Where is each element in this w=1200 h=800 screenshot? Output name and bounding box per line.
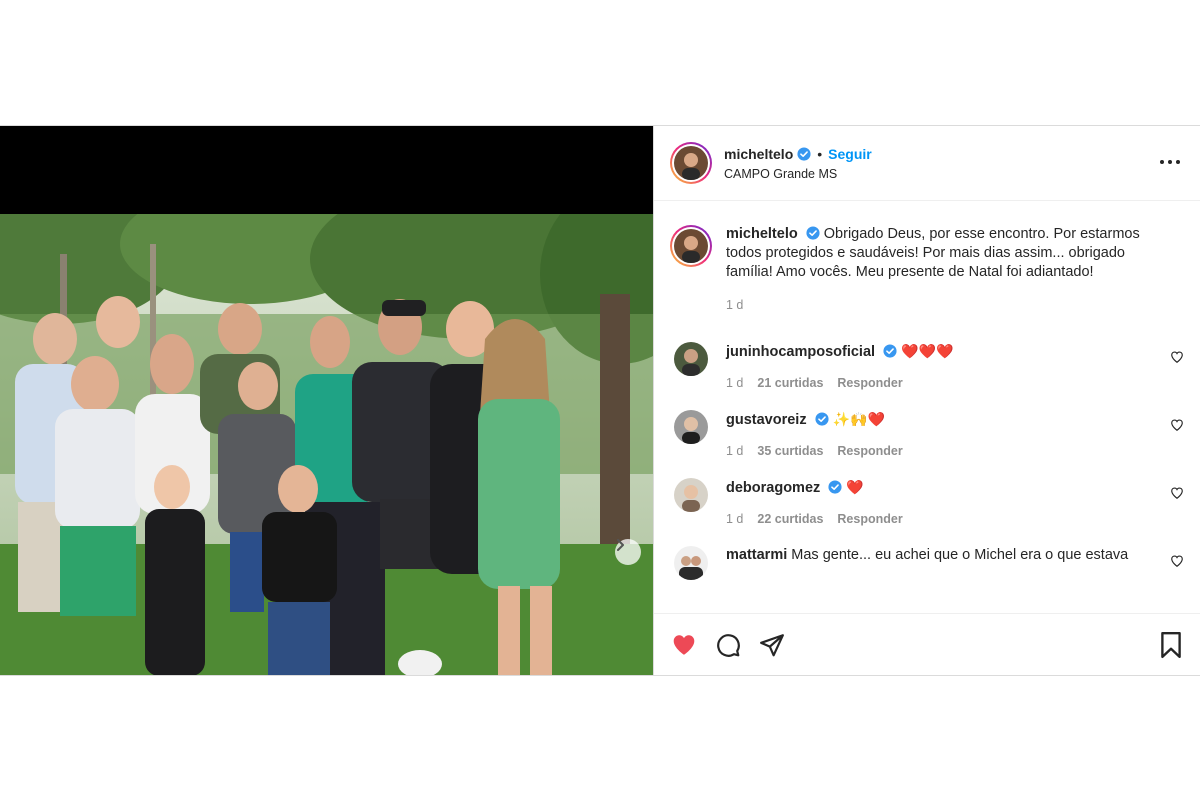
comment-item: deboragomez ❤️ 1 d 22 curtidas Responder: [670, 478, 1184, 526]
post-actions-bar: [654, 613, 1200, 675]
post-location[interactable]: CAMPO Grande MS: [724, 167, 872, 181]
family-photo-illustration: [0, 214, 653, 675]
follow-button[interactable]: Seguir: [828, 146, 872, 162]
comment-item: mattarmi Mas gente... eu achei que o Mic…: [670, 546, 1184, 580]
avatar-image: [674, 146, 708, 180]
like-button[interactable]: [670, 631, 698, 659]
post-side-panel: micheltelo • Seguir CAMPO Grande MS mich…: [653, 126, 1200, 675]
reply-button[interactable]: Responder: [837, 376, 902, 390]
comment-text: ✨🙌❤️: [832, 411, 885, 427]
share-button[interactable]: [758, 631, 786, 659]
next-photo-button[interactable]: [615, 539, 641, 565]
like-comment-icon[interactable]: [1170, 554, 1184, 568]
comment-likes[interactable]: 21 curtidas: [757, 376, 823, 390]
comment-icon: [717, 633, 740, 657]
comment-username[interactable]: juninhocamposoficial: [726, 344, 875, 360]
caption-avatar[interactable]: [670, 225, 712, 267]
reply-button[interactable]: Responder: [837, 444, 902, 458]
commenter-avatar[interactable]: [674, 342, 708, 376]
comment-likes[interactable]: 22 curtidas: [757, 512, 823, 526]
share-icon: [760, 633, 784, 656]
verified-badge-icon: [806, 226, 820, 240]
commenter-avatar[interactable]: [674, 546, 708, 580]
comment-text: ❤️❤️❤️: [901, 343, 954, 359]
comment-time[interactable]: 1 d: [726, 444, 743, 458]
post-media: [0, 126, 653, 675]
comment-text: ❤️: [846, 479, 864, 495]
comments-list[interactable]: micheltelo Obrigado Deus, por esse encon…: [654, 201, 1200, 613]
post-photo[interactable]: [0, 214, 653, 675]
comment-time[interactable]: 1 d: [726, 376, 743, 390]
avatar-image: [674, 229, 708, 263]
author-username[interactable]: micheltelo: [724, 146, 793, 162]
comment-item: juninhocamposoficial ❤️❤️❤️ 1 d 21 curti…: [670, 342, 1184, 390]
commenter-avatar[interactable]: [674, 410, 708, 444]
like-comment-icon[interactable]: [1170, 418, 1184, 432]
verified-badge-icon: [815, 412, 829, 426]
author-avatar[interactable]: [670, 142, 712, 184]
comment-button[interactable]: [714, 631, 742, 659]
chevron-right-icon: [617, 539, 624, 551]
verified-badge-icon: [883, 344, 897, 358]
verified-badge-icon: [828, 480, 842, 494]
verified-badge-icon: [797, 146, 811, 161]
caption-time[interactable]: 1 d: [726, 298, 743, 312]
instagram-post: micheltelo • Seguir CAMPO Grande MS mich…: [0, 125, 1200, 676]
post-header: micheltelo • Seguir CAMPO Grande MS: [654, 126, 1200, 201]
bookmark-icon[interactable]: [1158, 631, 1184, 659]
commenter-avatar[interactable]: [674, 478, 708, 512]
comment-username[interactable]: gustavoreiz: [726, 412, 807, 428]
caption: micheltelo Obrigado Deus, por esse encon…: [670, 225, 1184, 312]
comment-username[interactable]: mattarmi: [726, 547, 787, 563]
comment-text: Mas gente... eu achei que o Michel era o…: [791, 547, 1129, 563]
comment-time[interactable]: 1 d: [726, 512, 743, 526]
like-comment-icon[interactable]: [1170, 486, 1184, 500]
like-comment-icon[interactable]: [1170, 350, 1184, 364]
comment-item: gustavoreiz ✨🙌❤️ 1 d 35 curtidas Respond…: [670, 410, 1184, 458]
reply-button[interactable]: Responder: [837, 512, 902, 526]
heart-filled-icon: [673, 634, 695, 655]
more-options-icon[interactable]: [1160, 152, 1180, 172]
comment-likes[interactable]: 35 curtidas: [757, 444, 823, 458]
separator-dot: •: [817, 145, 823, 162]
caption-username[interactable]: micheltelo: [726, 226, 798, 242]
comment-username[interactable]: deboragomez: [726, 480, 820, 496]
